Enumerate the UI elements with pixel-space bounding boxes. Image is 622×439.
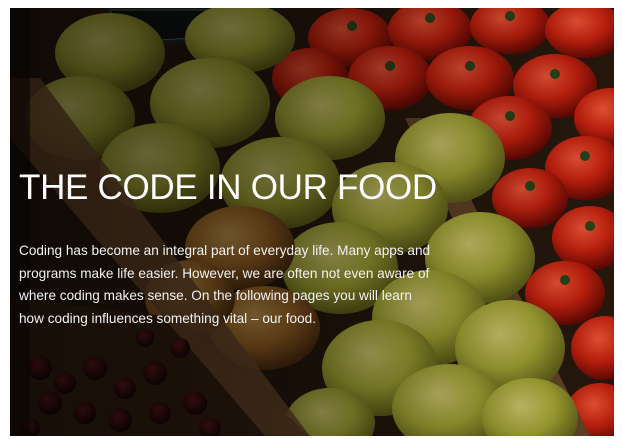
hero-description: Coding has become an integral part of ev… [19,243,431,326]
hero-section: THE CODE IN OUR FOOD Coding has become a… [10,8,614,436]
hero-title: THE CODE IN OUR FOOD [19,168,437,207]
hero-content: THE CODE IN OUR FOOD Coding has become a… [19,166,449,330]
